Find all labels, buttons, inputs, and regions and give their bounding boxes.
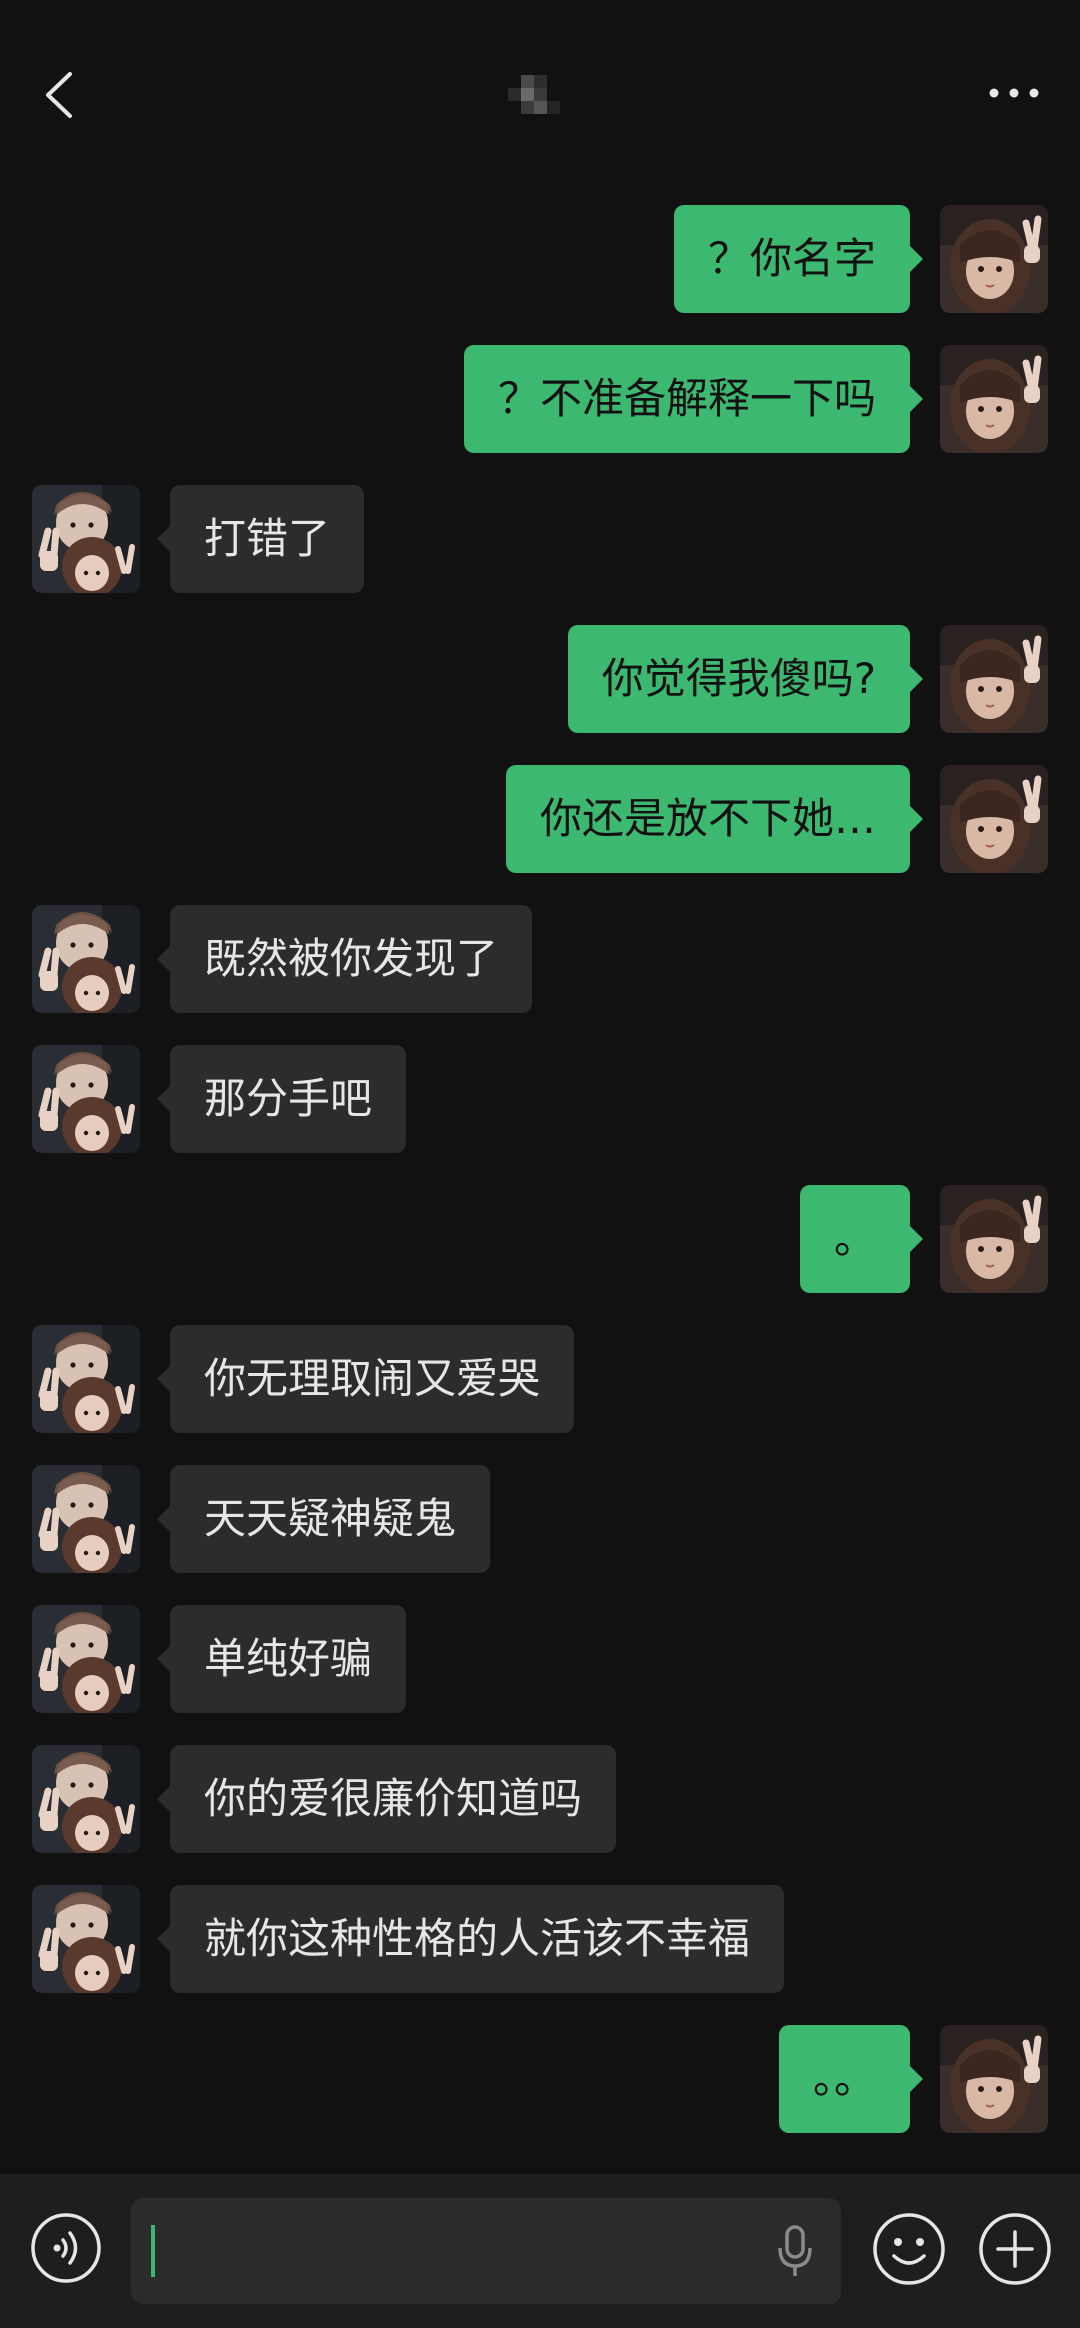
message-bubble[interactable]: 单纯好骗 [156,1605,407,1713]
incoming-message: 单纯好骗 [0,1605,1080,1713]
more-options-button[interactable] [984,78,1044,108]
voice-input-button[interactable] [775,2224,815,2280]
message-input[interactable] [131,2198,841,2304]
my-avatar[interactable] [940,205,1048,313]
message-bubble[interactable]: 。 [799,1185,924,1293]
back-button[interactable] [36,60,86,130]
emoji-icon [873,2213,945,2285]
incoming-message: 你的爱很廉价知道吗 [0,1745,1080,1853]
incoming-message: 天天疑神疑鬼 [0,1465,1080,1573]
voice-mode-button[interactable] [30,2212,102,2284]
outgoing-message: 你觉得我傻吗? [0,625,1080,733]
emoji-button[interactable] [872,2212,946,2286]
plus-icon [979,2213,1051,2285]
contact-name-pixelated [505,75,563,115]
message-list[interactable]: ？你名字 ？不准备解释一下吗 打错了你觉得我傻吗? 你还是放不下她… 既然被你发现了 那分… [0,205,1080,2165]
my-avatar[interactable] [940,345,1048,453]
incoming-message: 就你这种性格的人活该不幸福 [0,1885,1080,1993]
outgoing-message: ？你名字 [0,205,1080,313]
outgoing-message: 。 [0,1185,1080,1293]
incoming-message: 打错了 [0,485,1080,593]
more-functions-button[interactable] [978,2212,1052,2286]
my-avatar[interactable] [940,1185,1048,1293]
message-bubble[interactable]: 你觉得我傻吗? [567,625,924,733]
voice-mode-icon [31,2213,101,2283]
incoming-message: 既然被你发现了 [0,905,1080,1013]
message-bubble[interactable]: 你无理取闹又爱哭 [156,1325,575,1433]
my-avatar[interactable] [940,2025,1048,2133]
message-bubble[interactable]: 你还是放不下她… [505,765,924,873]
outgoing-message: 。。 [0,2025,1080,2133]
message-bubble[interactable]: 那分手吧 [156,1045,407,1153]
chevron-left-icon [46,72,72,118]
contact-avatar[interactable] [32,905,140,1013]
message-bubble[interactable]: ？不准备解释一下吗 [463,345,924,453]
contact-avatar[interactable] [32,1325,140,1433]
contact-avatar[interactable] [32,1745,140,1853]
contact-avatar[interactable] [32,485,140,593]
chat-header [0,0,1080,180]
contact-avatar[interactable] [32,1465,140,1573]
my-avatar[interactable] [940,625,1048,733]
message-bubble[interactable]: ？你名字 [673,205,924,313]
message-bubble[interactable]: 既然被你发现了 [156,905,533,1013]
text-cursor [151,2225,155,2277]
contact-avatar[interactable] [32,1605,140,1713]
outgoing-message: 你还是放不下她… [0,765,1080,873]
incoming-message: 你无理取闹又爱哭 [0,1325,1080,1433]
microphone-icon [778,2225,812,2276]
contact-avatar[interactable] [32,1885,140,1993]
composer-bar [0,2174,1080,2328]
contact-avatar[interactable] [32,1045,140,1153]
outgoing-message: ？不准备解释一下吗 [0,345,1080,453]
my-avatar[interactable] [940,765,1048,873]
message-bubble[interactable]: 天天疑神疑鬼 [156,1465,491,1573]
message-bubble[interactable]: 打错了 [156,485,365,593]
message-bubble[interactable]: 就你这种性格的人活该不幸福 [156,1885,785,1993]
message-bubble[interactable]: 你的爱很廉价知道吗 [156,1745,617,1853]
message-bubble[interactable]: 。。 [778,2025,924,2133]
incoming-message: 那分手吧 [0,1045,1080,1153]
more-horizontal-icon [989,88,1039,98]
